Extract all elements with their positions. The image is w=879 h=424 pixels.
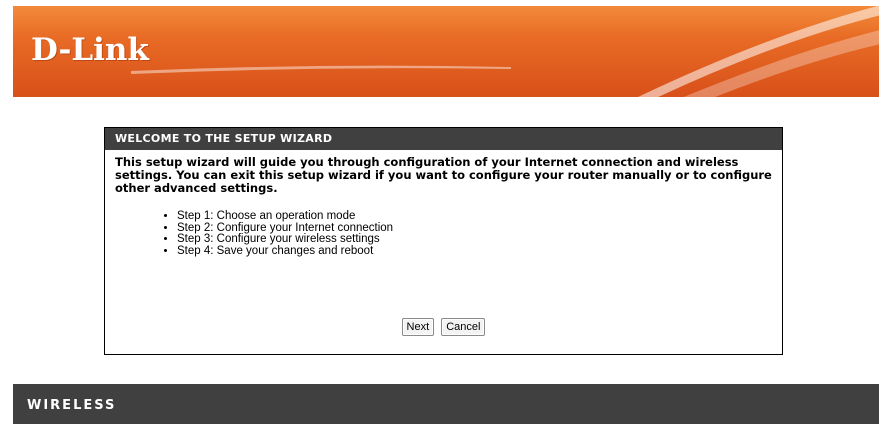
cancel-button[interactable]: Cancel	[441, 318, 486, 336]
header-banner: D-Link	[13, 6, 879, 97]
footer-wireless-label: WIRELESS	[27, 398, 117, 413]
wizard-step-4: Step 4: Save your changes and reboot	[177, 245, 772, 258]
wizard-buttons: Next Cancel	[105, 315, 782, 336]
wizard-step-1: Step 1: Choose an operation mode	[177, 210, 772, 223]
wizard-steps-list: Step 1: Choose an operation mode Step 2:…	[115, 210, 772, 258]
setup-wizard-panel: WELCOME TO THE SETUP WIZARD This setup w…	[104, 127, 783, 355]
wizard-body: This setup wizard will guide you through…	[105, 150, 782, 257]
wizard-title: WELCOME TO THE SETUP WIZARD	[105, 128, 782, 150]
wizard-intro-text: This setup wizard will guide you through…	[115, 155, 772, 195]
wizard-step-3: Step 3: Configure your wireless settings	[177, 233, 772, 246]
logo-underline-graphic	[131, 65, 511, 74]
footer-bar: WIRELESS	[13, 384, 879, 424]
next-button[interactable]: Next	[401, 318, 435, 336]
header-swoosh-graphic	[637, 6, 879, 97]
